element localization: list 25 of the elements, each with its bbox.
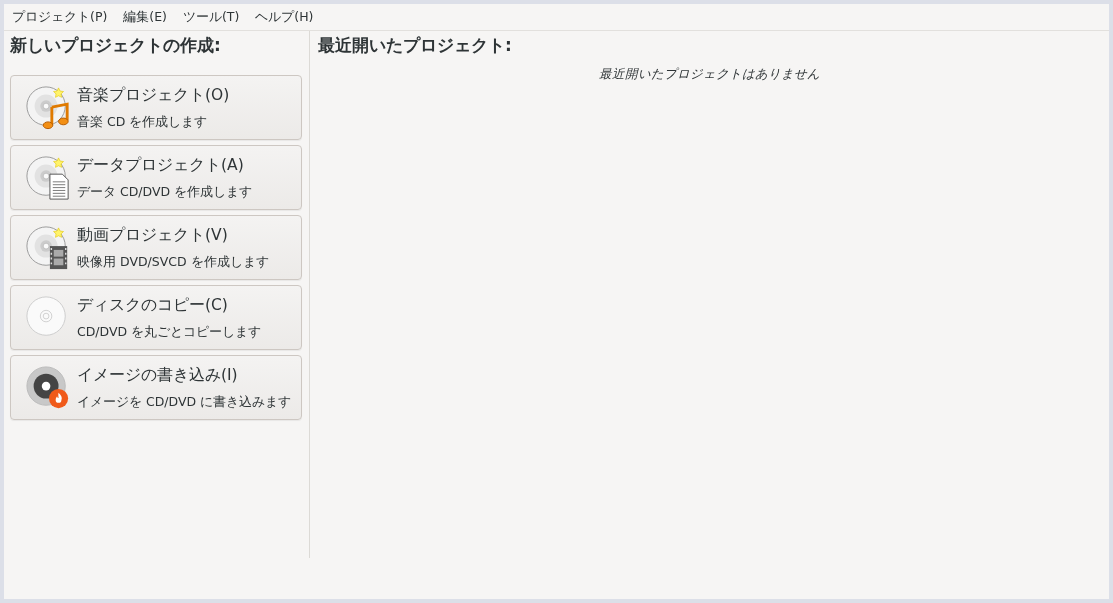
- menu-item[interactable]: プロジェクト(P): [12, 8, 108, 26]
- section-heading: 新しいプロジェクトの作成:: [10, 34, 222, 57]
- project-button[interactable]: 音楽プロジェクト(O) 音楽 CD を作成します: [10, 75, 302, 140]
- menu-item[interactable]: 編集(E): [123, 8, 167, 26]
- empty-message: 最近開いたプロジェクトはありません: [598, 66, 821, 83]
- disc-with-music-note-icon: [25, 84, 71, 131]
- project-title: ディスクのコピー(C): [77, 294, 229, 316]
- project-button[interactable]: 動画プロジェクト(V) 映像用 DVD/SVCD を作成します: [10, 215, 302, 280]
- section-heading: 最近開いたプロジェクト:: [318, 34, 513, 57]
- project-description: CD/DVD を丸ごとコピーします: [77, 323, 262, 341]
- project-title: データプロジェクト(A): [77, 154, 245, 176]
- project-title: 動画プロジェクト(V): [77, 224, 229, 246]
- project-description: イメージを CD/DVD に書き込みます: [77, 393, 292, 411]
- disc-with-flame-icon: [25, 364, 71, 411]
- disc-with-document-icon: [25, 154, 71, 201]
- project-button[interactable]: データプロジェクト(A) データ CD/DVD を作成します: [10, 145, 302, 210]
- project-title: 音楽プロジェクト(O): [77, 84, 230, 106]
- menu-item[interactable]: ツール(T): [182, 8, 240, 26]
- project-description: データ CD/DVD を作成します: [77, 183, 253, 201]
- project-description: 映像用 DVD/SVCD を作成します: [77, 253, 269, 271]
- project-button[interactable]: イメージの書き込み(I) イメージを CD/DVD に書き込みます: [10, 355, 302, 420]
- menu-item[interactable]: ヘルプ(H): [255, 8, 314, 26]
- project-description: 音楽 CD を作成します: [77, 113, 209, 131]
- project-title: イメージの書き込み(I): [77, 364, 239, 386]
- project-button[interactable]: ディスクのコピー(C) CD/DVD を丸ごとコピーします: [10, 285, 302, 350]
